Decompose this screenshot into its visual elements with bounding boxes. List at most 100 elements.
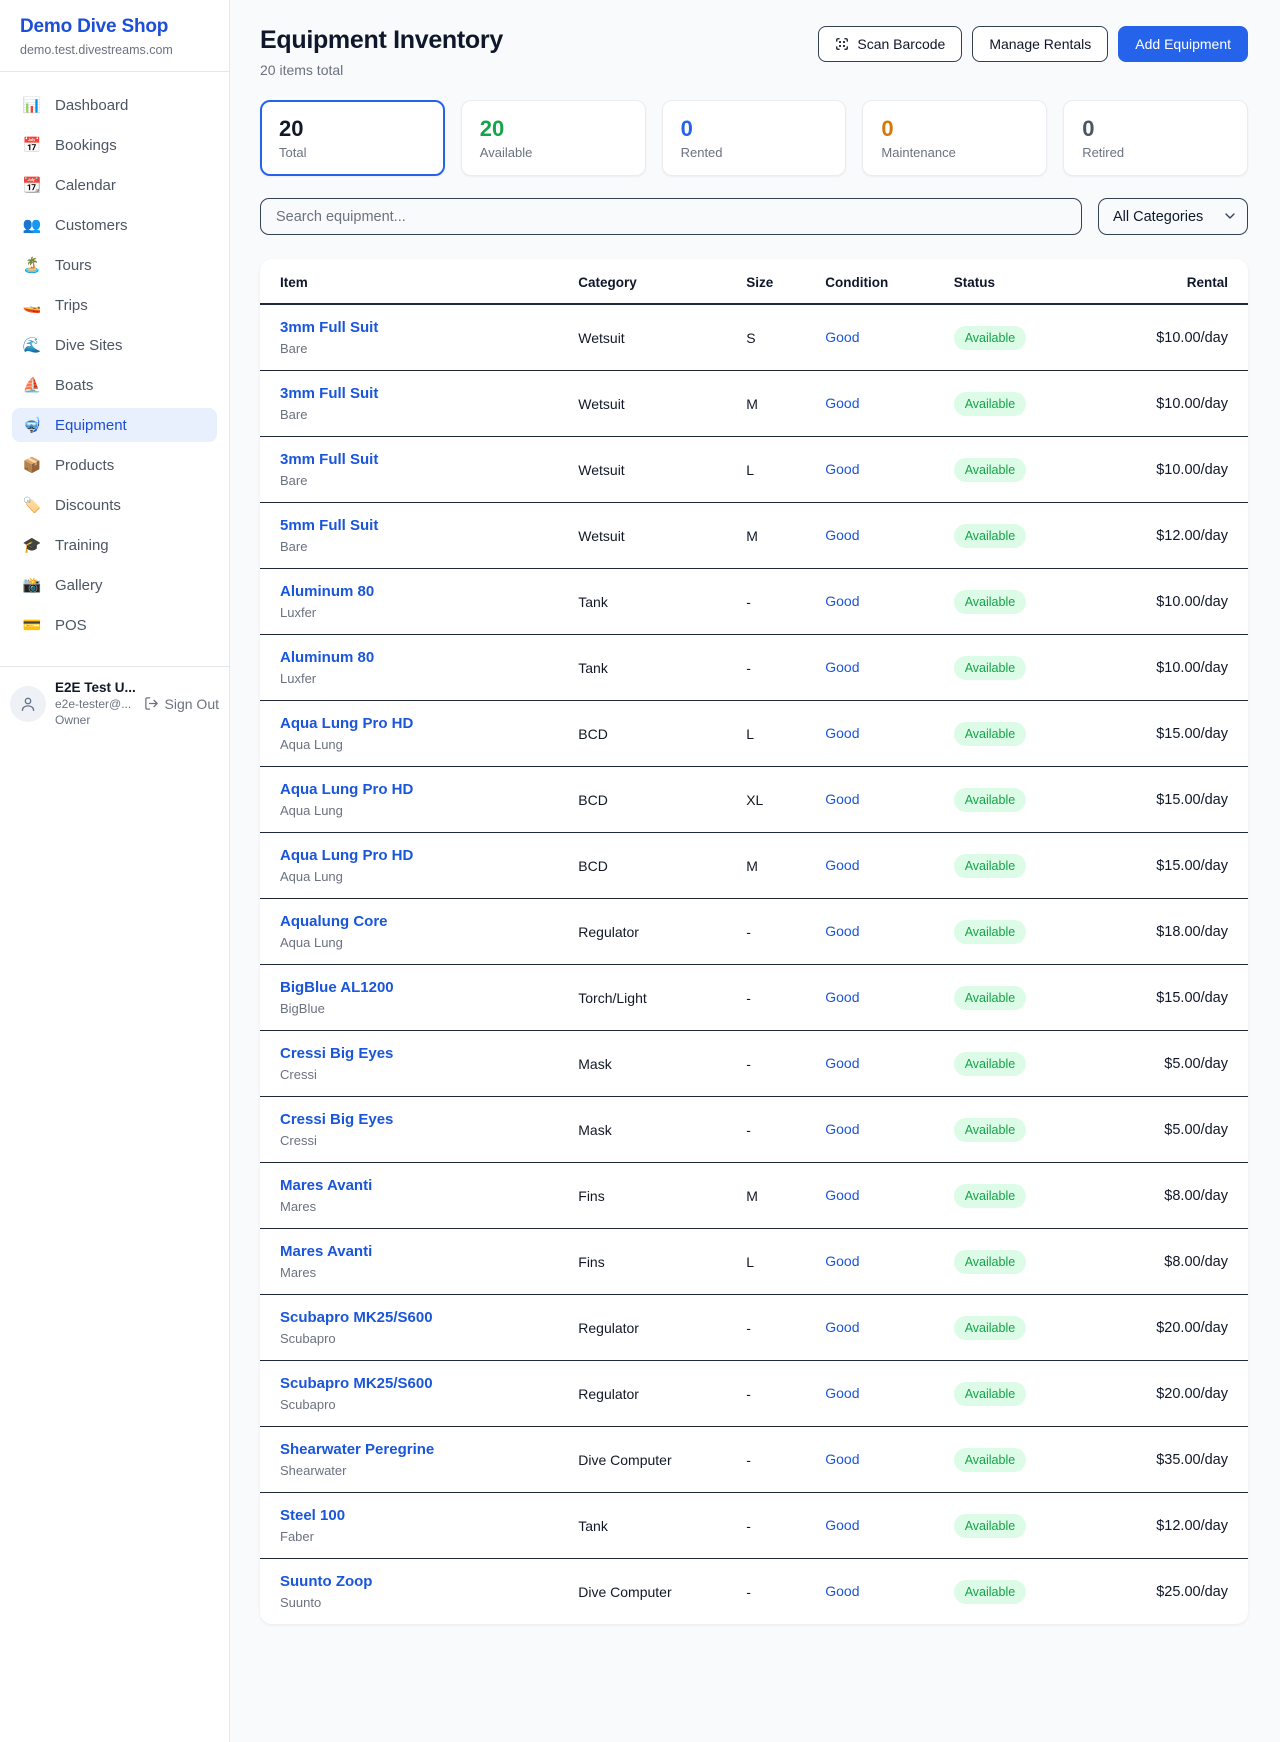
sidebar: Demo Dive Shop demo.test.divestreams.com… bbox=[0, 0, 230, 1742]
sidebar-item-label: Equipment bbox=[55, 417, 127, 434]
item-condition-link[interactable]: Good bbox=[825, 659, 859, 675]
scan-barcode-button[interactable]: Scan Barcode bbox=[818, 26, 962, 62]
item-category: Tank bbox=[566, 1493, 734, 1559]
brand-block: Demo Dive Shop demo.test.divestreams.com bbox=[0, 0, 229, 72]
sidebar-item-label: Calendar bbox=[55, 177, 116, 194]
stat-card-available[interactable]: 20Available bbox=[461, 100, 646, 176]
item-condition-link[interactable]: Good bbox=[825, 1253, 859, 1269]
camera-icon: 📸 bbox=[22, 576, 42, 594]
sidebar-item-equipment[interactable]: 🤿 Equipment bbox=[12, 408, 217, 442]
category-select[interactable]: All Categories bbox=[1098, 198, 1248, 235]
sign-out-button[interactable]: Sign Out bbox=[144, 696, 219, 712]
item-size: M bbox=[734, 371, 813, 437]
sidebar-item-dashboard[interactable]: 📊Dashboard bbox=[12, 88, 217, 122]
item-name-link[interactable]: Aqua Lung Pro HD bbox=[280, 781, 413, 798]
item-rental: $5.00/day bbox=[1110, 1097, 1248, 1163]
stat-card-retired[interactable]: 0Retired bbox=[1063, 100, 1248, 176]
item-rental: $12.00/day bbox=[1110, 503, 1248, 569]
item-name-link[interactable]: Scubapro MK25/S600 bbox=[280, 1375, 433, 1392]
item-category: Tank bbox=[566, 635, 734, 701]
sidebar-item-bookings[interactable]: 📅Bookings bbox=[12, 128, 217, 162]
item-name-link[interactable]: BigBlue AL1200 bbox=[280, 979, 394, 996]
item-name-link[interactable]: Suunto Zoop bbox=[280, 1573, 372, 1590]
item-rental: $20.00/day bbox=[1110, 1295, 1248, 1361]
sidebar-item-tours[interactable]: 🏝️Tours bbox=[12, 248, 217, 282]
item-condition-link[interactable]: Good bbox=[825, 857, 859, 873]
stat-label: Retired bbox=[1082, 145, 1229, 160]
item-name-link[interactable]: Aluminum 80 bbox=[280, 649, 374, 666]
item-name-link[interactable]: Aqua Lung Pro HD bbox=[280, 847, 413, 864]
sidebar-item-calendar[interactable]: 📆 Calendar bbox=[12, 168, 217, 202]
item-condition-link[interactable]: Good bbox=[825, 1319, 859, 1335]
stat-card-total[interactable]: 20Total bbox=[260, 100, 445, 176]
item-rental: $8.00/day bbox=[1110, 1229, 1248, 1295]
stat-card-maintenance[interactable]: 0Maintenance bbox=[862, 100, 1047, 176]
item-condition-link[interactable]: Good bbox=[825, 527, 859, 543]
sidebar-item-dive-sites[interactable]: 🌊Dive Sites bbox=[12, 328, 217, 362]
diving-mask-icon: 🤿 bbox=[22, 416, 42, 434]
item-condition-link[interactable]: Good bbox=[825, 725, 859, 741]
item-category: Dive Computer bbox=[566, 1559, 734, 1625]
item-category: BCD bbox=[566, 833, 734, 899]
table-row: Aqua Lung Pro HDAqua LungBCDMGoodAvailab… bbox=[260, 833, 1248, 899]
filters-row: All Categories bbox=[260, 198, 1248, 235]
stat-card-rented[interactable]: 0Rented bbox=[662, 100, 847, 176]
user-name: E2E Test U... bbox=[55, 680, 135, 695]
item-name-link[interactable]: Aqua Lung Pro HD bbox=[280, 715, 413, 732]
item-condition-link[interactable]: Good bbox=[825, 1385, 859, 1401]
item-name-link[interactable]: Scubapro MK25/S600 bbox=[280, 1309, 433, 1326]
stat-label: Total bbox=[279, 145, 426, 160]
item-condition-link[interactable]: Good bbox=[825, 461, 859, 477]
item-name-link[interactable]: Aluminum 80 bbox=[280, 583, 374, 600]
sidebar-item-boats[interactable]: ⛵Boats bbox=[12, 368, 217, 402]
item-size: L bbox=[734, 1229, 813, 1295]
sidebar-item-trips[interactable]: 🚤Trips bbox=[12, 288, 217, 322]
graduation-cap-icon: 🎓 bbox=[22, 536, 42, 554]
item-name-link[interactable]: Shearwater Peregrine bbox=[280, 1441, 434, 1458]
status-badge: Available bbox=[954, 392, 1027, 416]
item-size: - bbox=[734, 1361, 813, 1427]
item-name-link[interactable]: Cressi Big Eyes bbox=[280, 1045, 393, 1062]
item-size: - bbox=[734, 1427, 813, 1493]
sidebar-item-pos[interactable]: 💳POS bbox=[12, 608, 217, 642]
sidebar-item-customers[interactable]: 👥Customers bbox=[12, 208, 217, 242]
item-brand: Scubapro bbox=[280, 1331, 554, 1346]
item-category: Wetsuit bbox=[566, 437, 734, 503]
item-condition-link[interactable]: Good bbox=[825, 923, 859, 939]
column-header-rental: Rental bbox=[1110, 259, 1248, 304]
item-condition-link[interactable]: Good bbox=[825, 1055, 859, 1071]
search-input[interactable] bbox=[260, 198, 1082, 235]
item-name-link[interactable]: Steel 100 bbox=[280, 1507, 345, 1524]
sidebar-item-label: Dive Sites bbox=[55, 337, 123, 354]
add-equipment-button[interactable]: Add Equipment bbox=[1118, 26, 1248, 62]
item-condition-link[interactable]: Good bbox=[825, 989, 859, 1005]
item-brand: Cressi bbox=[280, 1067, 554, 1082]
sidebar-item-training[interactable]: 🎓Training bbox=[12, 528, 217, 562]
item-condition-link[interactable]: Good bbox=[825, 1121, 859, 1137]
item-brand: Scubapro bbox=[280, 1397, 554, 1412]
status-badge: Available bbox=[954, 590, 1027, 614]
item-name-link[interactable]: 3mm Full Suit bbox=[280, 319, 378, 336]
item-condition-link[interactable]: Good bbox=[825, 1187, 859, 1203]
item-condition-link[interactable]: Good bbox=[825, 1583, 859, 1599]
manage-rentals-button[interactable]: Manage Rentals bbox=[972, 26, 1108, 62]
item-name-link[interactable]: 5mm Full Suit bbox=[280, 517, 378, 534]
item-name-link[interactable]: Mares Avanti bbox=[280, 1177, 372, 1194]
item-condition-link[interactable]: Good bbox=[825, 395, 859, 411]
sidebar-item-gallery[interactable]: 📸Gallery bbox=[12, 568, 217, 602]
item-condition-link[interactable]: Good bbox=[825, 329, 859, 345]
item-condition-link[interactable]: Good bbox=[825, 791, 859, 807]
item-name-link[interactable]: Cressi Big Eyes bbox=[280, 1111, 393, 1128]
item-name-link[interactable]: 3mm Full Suit bbox=[280, 385, 378, 402]
item-category: Tank bbox=[566, 569, 734, 635]
user-info: E2E Test U... e2e-tester@... Owner bbox=[55, 680, 135, 727]
item-condition-link[interactable]: Good bbox=[825, 593, 859, 609]
item-condition-link[interactable]: Good bbox=[825, 1517, 859, 1533]
item-name-link[interactable]: Mares Avanti bbox=[280, 1243, 372, 1260]
tear-off-calendar-icon: 📆 bbox=[22, 176, 42, 194]
sidebar-item-discounts[interactable]: 🏷️Discounts bbox=[12, 488, 217, 522]
item-condition-link[interactable]: Good bbox=[825, 1451, 859, 1467]
item-name-link[interactable]: Aqualung Core bbox=[280, 913, 388, 930]
sidebar-item-products[interactable]: 📦Products bbox=[12, 448, 217, 482]
item-name-link[interactable]: 3mm Full Suit bbox=[280, 451, 378, 468]
